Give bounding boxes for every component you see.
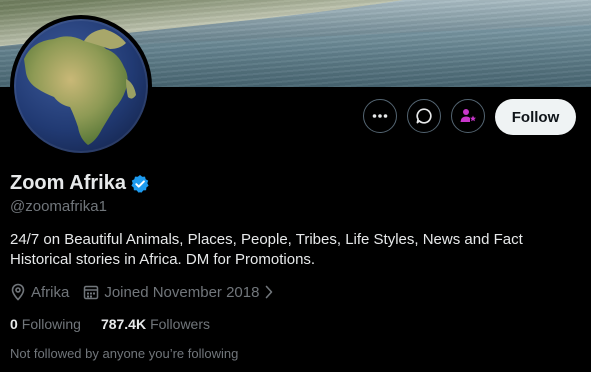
following-label: Following [21,316,81,332]
joined-text: Joined November 2018 [104,283,260,301]
following-stat[interactable]: 0 Following [10,316,81,332]
chevron-right-icon [266,285,273,299]
africa-map-icon [14,19,148,153]
followers-label: Followers [150,316,210,332]
subscribe-icon [460,109,476,122]
message-button[interactable] [407,99,441,133]
message-icon [416,108,432,124]
bio: 24/7 on Beautiful Animals, Places, Peopl… [10,231,523,268]
subscribe-button[interactable] [451,99,485,133]
joined-item[interactable]: Joined November 2018 [83,284,274,301]
follow-button[interactable]: Follow [495,99,576,135]
location-pin-icon [11,283,25,301]
more-icon [372,114,388,118]
avatar[interactable] [10,15,152,157]
verified-badge-icon[interactable] [130,174,150,194]
calendar-icon [84,285,99,300]
location-text: Afrika [31,283,70,301]
follow-stats: 0 Following 787.4K Followers [10,316,230,332]
followers-stat[interactable]: 787.4K Followers [101,316,210,332]
handle: @zoomafrika1 [10,198,107,215]
display-name: Zoom Afrika [10,172,126,194]
location-item: Afrika [10,283,69,301]
avatar-globe-image [14,19,148,153]
profile-name-row: Zoom Afrika [10,172,150,195]
profile-meta: Afrika Joined November 2018 [10,283,288,301]
followed-by-note: Not followed by anyone you’re following [10,346,239,361]
more-button[interactable] [363,99,397,133]
following-count: 0 [10,316,18,332]
followers-count: 787.4K [100,316,147,332]
